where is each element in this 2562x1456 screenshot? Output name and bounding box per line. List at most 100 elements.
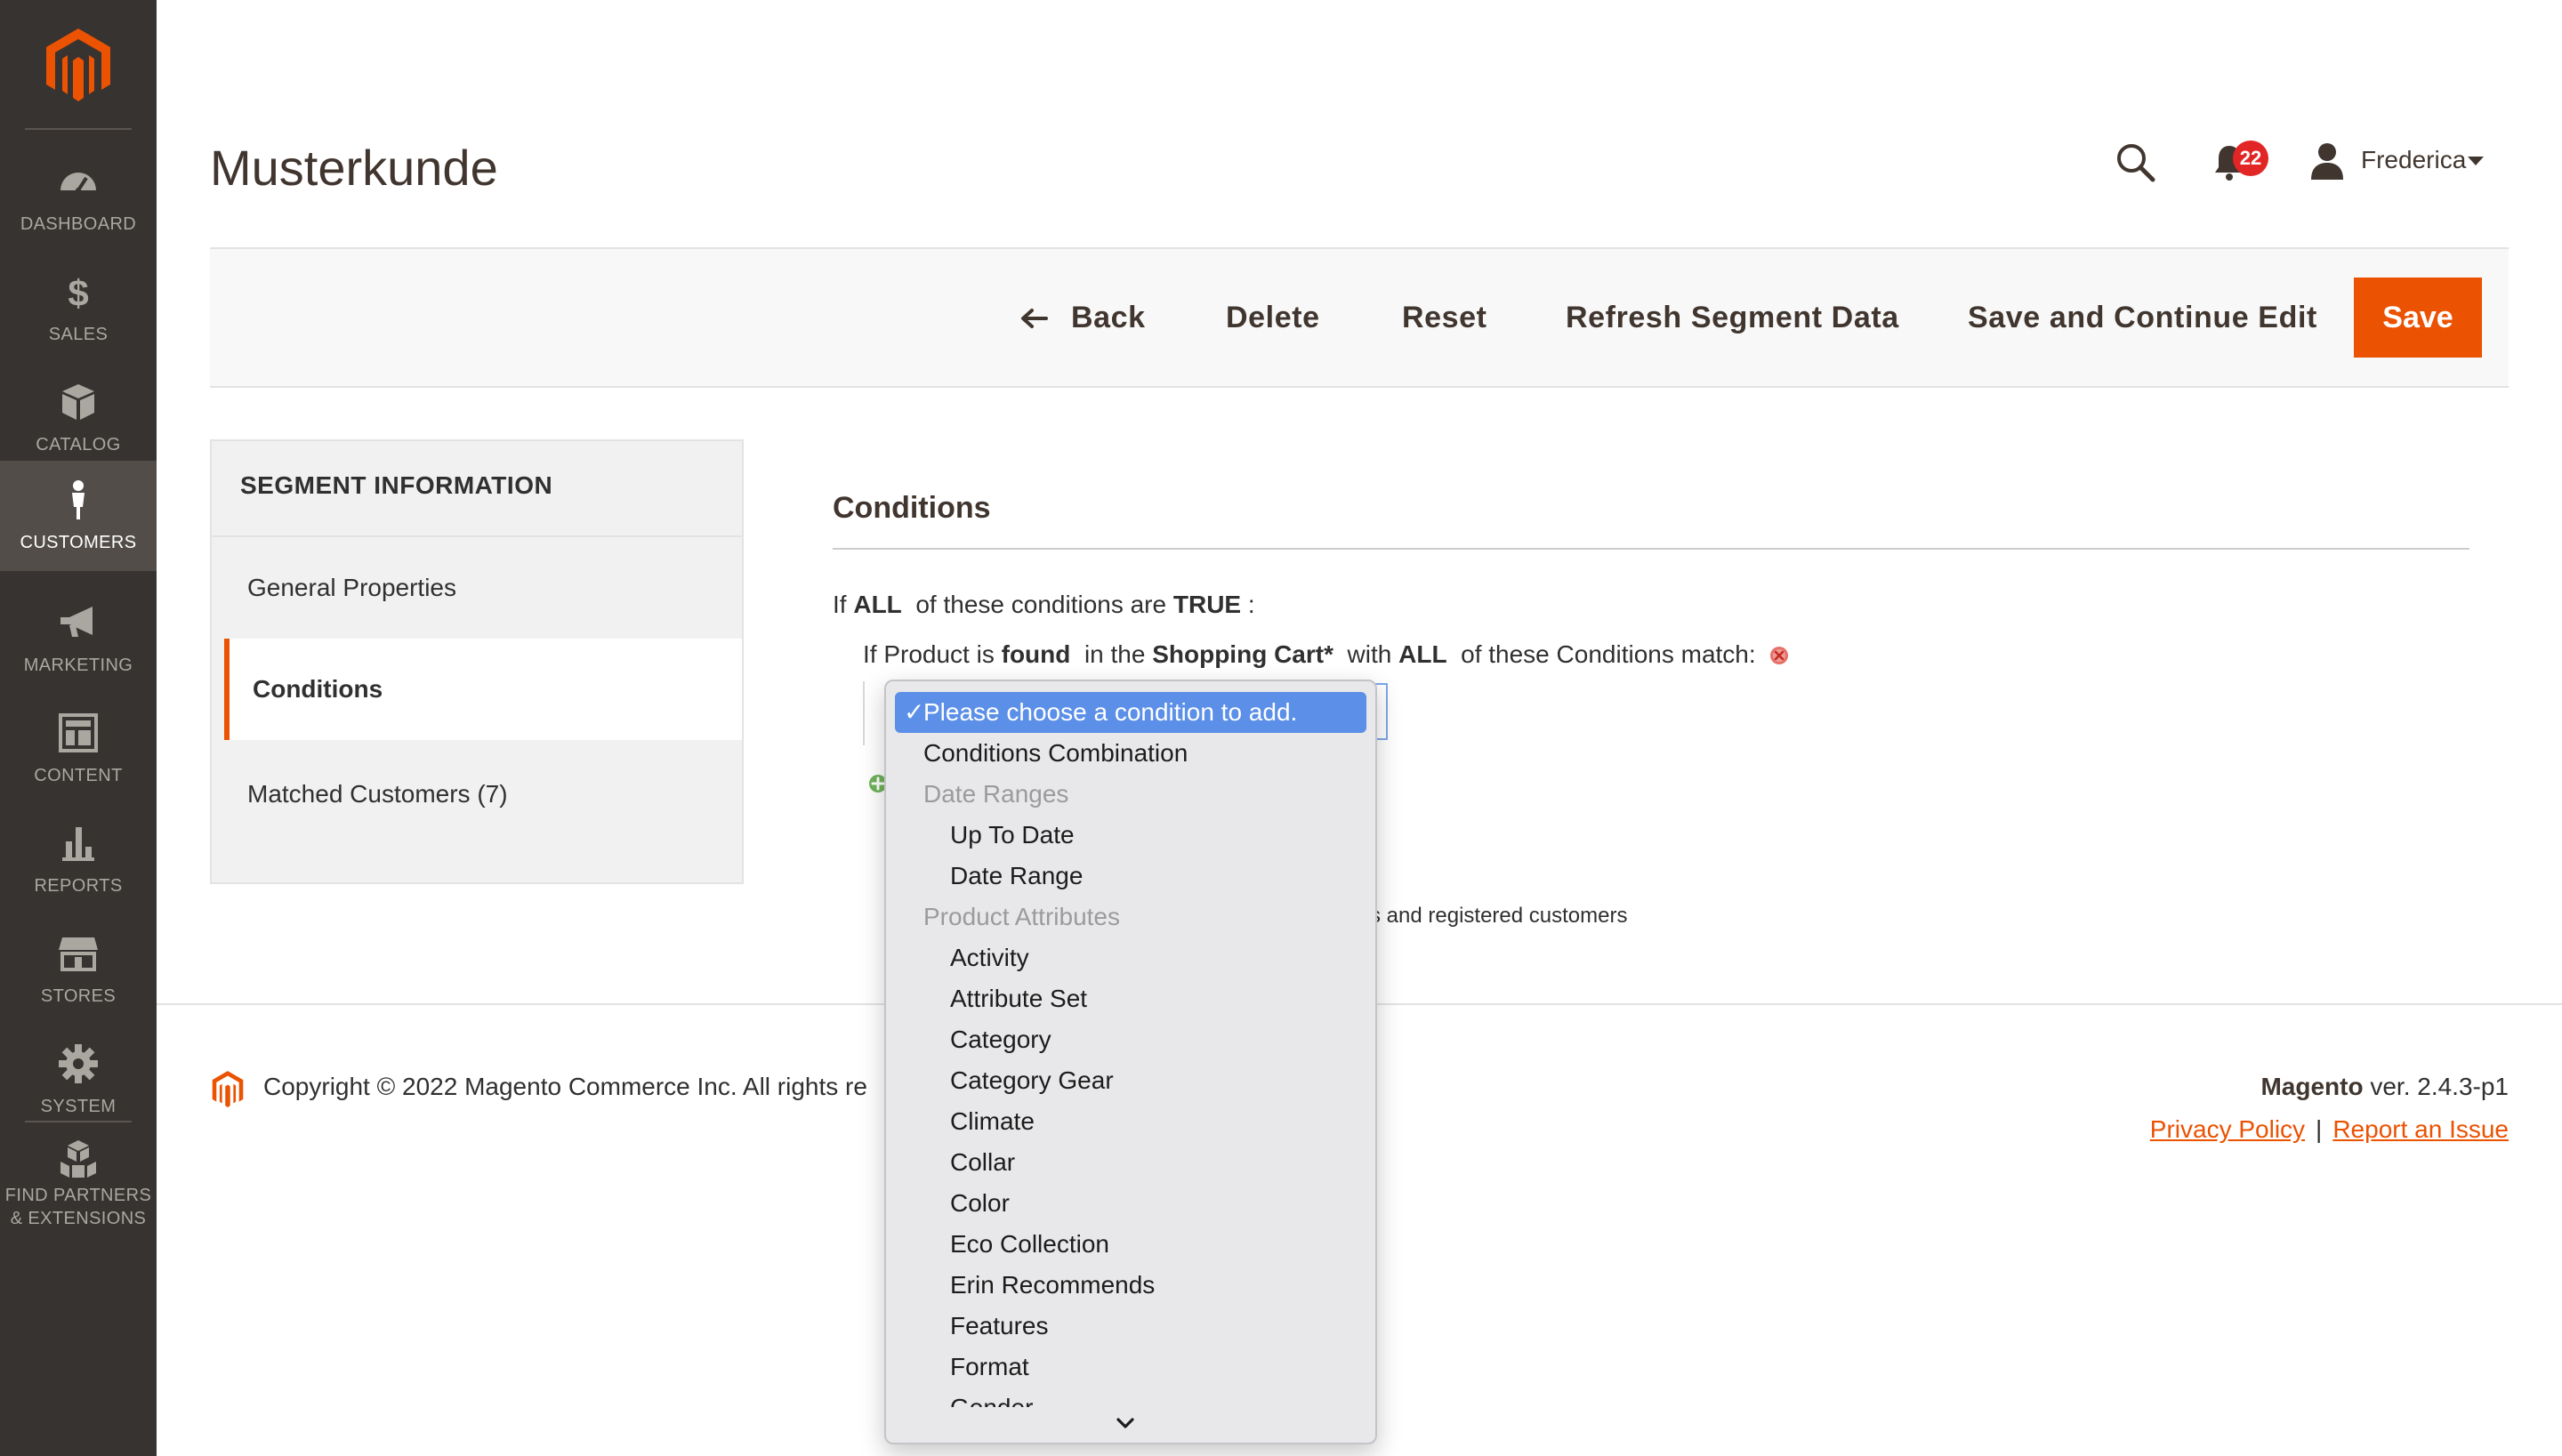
- user-name: Frederica: [2361, 146, 2467, 173]
- dropdown-option[interactable]: Format: [895, 1347, 1366, 1388]
- nav-content[interactable]: CONTENT: [0, 694, 157, 804]
- tab-label: General Properties: [247, 574, 457, 601]
- nav-catalog[interactable]: CATALOG: [0, 363, 157, 473]
- cart-selector[interactable]: Shopping Cart*: [1152, 640, 1333, 668]
- dropdown-option[interactable]: Collar: [895, 1142, 1366, 1183]
- value-selector[interactable]: TRUE: [1173, 591, 1241, 618]
- nav-customers[interactable]: CUSTOMERS: [0, 461, 157, 571]
- link-separator: |: [2316, 1115, 2323, 1143]
- condition-options-dropdown[interactable]: ✓ Please choose a condition to add. Cond…: [884, 680, 1377, 1444]
- storefront-icon: [59, 937, 98, 971]
- condition-text: If: [833, 591, 847, 618]
- dropdown-option-selected[interactable]: ✓ Please choose a condition to add.: [895, 692, 1366, 733]
- condition-text: with: [1347, 640, 1392, 668]
- condition-text: in the: [1084, 640, 1146, 668]
- tab-label: Matched Customers (7): [247, 780, 508, 808]
- save-and-continue-button[interactable]: Save and Continue Edit: [1968, 290, 2317, 345]
- nav-sales[interactable]: $ SALES: [0, 253, 157, 363]
- nav-system[interactable]: SYSTEM: [0, 1025, 157, 1135]
- nav-customers-label: CUSTOMERS: [20, 533, 137, 552]
- svg-text:$: $: [68, 272, 88, 313]
- option-label: Format: [950, 1353, 1029, 1380]
- product-found-condition-line: If Product is found in the Shopping Cart…: [863, 640, 1789, 669]
- copyright-text: Copyright © 2022 Magento Commerce Inc. A…: [263, 1073, 867, 1100]
- privacy-policy-link[interactable]: Privacy Policy: [2150, 1115, 2305, 1143]
- footer-links: Privacy Policy | Report an Issue: [2150, 1115, 2509, 1144]
- option-label: Collar: [950, 1148, 1016, 1176]
- dropdown-option[interactable]: Date Range: [895, 856, 1366, 897]
- cubes-icon: [60, 1140, 96, 1178]
- arrow-left-icon: [1021, 309, 1048, 328]
- condition-text: of these conditions are: [915, 591, 1167, 618]
- option-label: Up To Date: [950, 821, 1075, 849]
- user-icon: [2311, 143, 2343, 180]
- nav-find-partners[interactable]: FIND PARTNERS & EXTENSIONS: [0, 1131, 157, 1247]
- version-number: ver. 2.4.3-p1: [2370, 1073, 2509, 1100]
- dropdown-option[interactable]: Activity: [895, 937, 1366, 978]
- dashboard-icon: [60, 173, 96, 193]
- found-selector[interactable]: found: [1002, 640, 1071, 668]
- group-label: Product Attributes: [923, 903, 1121, 930]
- segment-information-tabs: SEGMENT INFORMATION General Properties C…: [210, 439, 744, 884]
- tabs-title: SEGMENT INFORMATION: [240, 471, 553, 499]
- sidebar-divider: [25, 128, 132, 130]
- nav-sales-label: SALES: [48, 325, 109, 344]
- page-title: Musterkunde: [210, 140, 498, 196]
- nav-system-label: SYSTEM: [40, 1097, 117, 1116]
- delete-button[interactable]: Delete: [1226, 290, 1320, 345]
- nav-content-label: CONTENT: [34, 766, 123, 785]
- customer-scope-note: s and registered customers: [1370, 904, 1628, 928]
- refresh-segment-data-button[interactable]: Refresh Segment Data: [1566, 290, 1899, 345]
- save-button[interactable]: Save: [2354, 278, 2482, 358]
- dropdown-option[interactable]: Category: [895, 1019, 1366, 1060]
- nav-reports[interactable]: REPORTS: [0, 804, 157, 914]
- nav-marketing-label: MARKETING: [23, 656, 133, 675]
- dropdown-option[interactable]: Erin Recommends: [895, 1265, 1366, 1306]
- box-icon: [62, 384, 94, 420]
- option-label: Gender: [950, 1388, 1033, 1407]
- remove-condition-icon[interactable]: [1769, 646, 1789, 665]
- megaphone-icon: [60, 607, 93, 637]
- dropdown-option[interactable]: Gender: [895, 1388, 1366, 1407]
- dropdown-option[interactable]: Climate: [895, 1101, 1366, 1142]
- bar-chart-icon: [62, 827, 94, 861]
- dropdown-option[interactable]: Conditions Combination: [895, 733, 1366, 774]
- tab-matched-customers[interactable]: Matched Customers (7): [212, 744, 742, 845]
- dropdown-option[interactable]: Up To Date: [895, 815, 1366, 856]
- magento-logo-icon[interactable]: [39, 25, 117, 103]
- tab-general-properties[interactable]: General Properties: [212, 537, 742, 639]
- checkmark-icon: ✓: [904, 698, 925, 726]
- back-button[interactable]: Back: [1019, 290, 1146, 345]
- person-icon: [72, 480, 85, 519]
- admin-sidebar: DASHBOARD $ SALES CATALOG CUSTOMERS MARK…: [0, 0, 157, 1456]
- nested-aggregator-selector[interactable]: ALL: [1398, 640, 1446, 668]
- report-issue-link[interactable]: Report an Issue: [2332, 1115, 2509, 1143]
- option-label: Activity: [950, 944, 1029, 971]
- nav-dashboard-label: DASHBOARD: [20, 214, 137, 234]
- root-condition-line: If ALL of these conditions are TRUE :: [833, 591, 1255, 619]
- condition-tree-line: [863, 681, 865, 745]
- dropdown-group-header: Date Ranges: [895, 774, 1366, 815]
- dropdown-option[interactable]: Attribute Set: [895, 978, 1366, 1019]
- reset-button[interactable]: Reset: [1402, 290, 1487, 345]
- nav-catalog-label: CATALOG: [36, 435, 121, 454]
- nav-find-partners-label-1: FIND PARTNERS: [4, 1186, 152, 1205]
- back-button-label: Back: [1071, 301, 1146, 334]
- dropdown-option[interactable]: Eco Collection: [895, 1224, 1366, 1265]
- group-label: Date Ranges: [923, 780, 1069, 808]
- option-label: Eco Collection: [950, 1230, 1109, 1258]
- notification-count-badge[interactable]: 22: [2233, 141, 2268, 176]
- nav-dashboard[interactable]: DASHBOARD: [0, 142, 157, 253]
- dropdown-option[interactable]: Color: [895, 1183, 1366, 1224]
- chevron-down-icon[interactable]: [1112, 1412, 1139, 1434]
- dropdown-option[interactable]: Features: [895, 1306, 1366, 1347]
- tab-conditions[interactable]: Conditions: [224, 639, 742, 740]
- search-icon[interactable]: [2114, 141, 2156, 183]
- nav-stores-label: STORES: [40, 986, 117, 1006]
- dropdown-option[interactable]: Category Gear: [895, 1060, 1366, 1101]
- aggregator-selector[interactable]: ALL: [853, 591, 901, 618]
- nav-stores[interactable]: STORES: [0, 914, 157, 1025]
- user-menu[interactable]: Frederica: [2309, 141, 2491, 185]
- option-label: Attribute Set: [950, 985, 1088, 1012]
- nav-marketing[interactable]: MARKETING: [0, 583, 157, 694]
